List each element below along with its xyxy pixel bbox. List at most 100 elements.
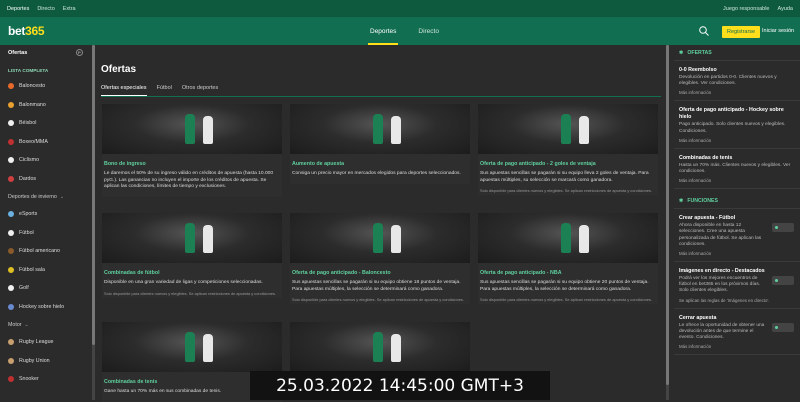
sidebar-item[interactable]: Balonmano: [0, 96, 90, 115]
subtab-football[interactable]: Fútbol: [157, 85, 172, 91]
help-link[interactable]: Ayuda: [778, 6, 794, 12]
sport-icon: [8, 376, 14, 383]
offer-card[interactable]: Bono de ingreso Le daremos el 50% de su i…: [102, 104, 282, 197]
sidebar-item[interactable]: Fútbol americano: [0, 242, 90, 261]
feature-item[interactable]: Crear apuesta - Fútbol Ahora disponible e…: [674, 209, 800, 263]
sidebar-title[interactable]: Ofertas P: [0, 45, 90, 60]
login-button[interactable]: Iniciar sesión: [762, 28, 794, 34]
offer-card[interactable]: Oferta de pago anticipado - 2 goles de v…: [478, 104, 658, 195]
sidebar-item[interactable]: Béisbol: [0, 114, 90, 133]
subtab-other-sports[interactable]: Otros deportes: [182, 85, 218, 91]
features-section-header: ✱ FUNCIONES: [674, 193, 800, 210]
feature-item[interactable]: Cerrar apuesta Le ofrece la oportunidad d…: [674, 309, 800, 356]
offer-card[interactable]: Combinadas de fútbol Disponible en una gr…: [102, 213, 282, 298]
offer-image[interactable]: [478, 213, 658, 263]
offer-title[interactable]: Oferta de pago anticipado - 2 goles de v…: [478, 154, 658, 169]
offer-item[interactable]: Oferta de pago anticipado - Hockey sobre…: [674, 101, 800, 149]
panel-item-more[interactable]: Más información: [679, 344, 795, 354]
panel-item-more[interactable]: Más información: [679, 251, 795, 261]
player-figure: [578, 225, 589, 253]
subtab-special-offers[interactable]: Ofertas especiales: [101, 85, 147, 96]
right-panel: ✱ OFERTAS 0-0 Reembolso Devolución en part…: [674, 45, 800, 400]
sidebar-item-label: Rugby League: [19, 339, 54, 346]
sidebar-group-winter[interactable]: Deportes de invierno ⌄: [0, 188, 90, 205]
player-figure: [560, 114, 571, 144]
top-bar: Deportes Directo Extra Juego responsable…: [0, 0, 800, 17]
tab-deportes[interactable]: Deportes: [367, 17, 399, 45]
offer-note: Solo disponible para clientes nuevos y e…: [480, 297, 652, 302]
offer-title[interactable]: Combinadas de fútbol: [102, 263, 282, 278]
tab-directo[interactable]: Directo: [418, 17, 439, 45]
offer-note: Solo disponible para clientes nuevos y e…: [104, 290, 276, 296]
sport-icon: [8, 285, 14, 292]
panel-item-desc: Devolución en partidos 0-0. Clientes nue…: [679, 75, 777, 87]
star-icon: ✱: [679, 49, 684, 56]
toggle-switch[interactable]: [772, 223, 794, 233]
offer-title[interactable]: Oferta de pago anticipado - Baloncesto: [290, 263, 470, 278]
sport-icon: [8, 211, 14, 218]
topbar-link-directo[interactable]: Directo: [37, 6, 54, 12]
responsible-gambling-link[interactable]: Juego responsable: [723, 6, 769, 12]
offer-card[interactable]: Aumento de apuesta Consiga un precio mayo…: [290, 104, 470, 184]
logo[interactable]: bet365: [8, 24, 45, 38]
offer-card[interactable]: Oferta de pago anticipado - NBA Sus apues…: [478, 213, 658, 304]
panel-item-more[interactable]: Más información: [679, 138, 795, 148]
offer-note: Solo disponible para clientes nuevos y e…: [292, 297, 464, 302]
topbar-link-extra[interactable]: Extra: [63, 6, 76, 12]
sidebar-item[interactable]: Hockey sobre hielo: [0, 298, 90, 317]
sidebar-item[interactable]: Rugby Union: [0, 352, 90, 371]
sidebar-scrollbar-thumb[interactable]: [92, 45, 95, 345]
panel-item-more[interactable]: Se aplican las reglas de 'Imágenes en di…: [679, 298, 795, 308]
player-figure: [372, 223, 383, 253]
feature-item[interactable]: Imágenes en directo - Destacados Podrá ve…: [674, 262, 800, 309]
search-icon[interactable]: [698, 25, 710, 37]
sidebar-item[interactable]: Dardos: [0, 170, 90, 189]
player-figure: [202, 225, 213, 253]
offer-image[interactable]: [290, 213, 470, 263]
sidebar: Ofertas P LISTA COMPLETA Baloncesto Balon…: [0, 45, 90, 400]
offer-image[interactable]: [478, 104, 658, 154]
offer-image[interactable]: [290, 104, 470, 154]
toggle-switch[interactable]: [772, 322, 794, 332]
panel-item-more[interactable]: Más información: [679, 90, 795, 100]
panel-item-title: Imágenes en directo - Destacados: [679, 268, 765, 275]
sidebar-item[interactable]: Golf: [0, 279, 90, 298]
sidebar-item[interactable]: Fútbol sala: [0, 261, 90, 280]
offer-image[interactable]: [102, 104, 282, 154]
sidebar-item[interactable]: Boxeo/MMA: [0, 133, 90, 152]
player-figure: [390, 225, 401, 253]
sidebar-item[interactable]: Snooker: [0, 370, 90, 389]
sidebar-item[interactable]: Baloncesto: [0, 77, 90, 96]
sport-icon: [8, 303, 14, 310]
sidebar-item[interactable]: Fútbol: [0, 224, 90, 243]
panel-item-more[interactable]: Más información: [679, 178, 795, 188]
offer-image[interactable]: [102, 322, 282, 372]
sidebar-group-motor[interactable]: Motor ⌄: [0, 316, 90, 333]
offer-note: [102, 193, 282, 197]
info-icon[interactable]: P: [76, 49, 83, 56]
offer-title[interactable]: Bono de ingreso: [102, 154, 282, 169]
panel-item-desc: Le ofrece la oportunidad de obtener una …: [679, 322, 765, 341]
sidebar-item[interactable]: Ciclismo: [0, 151, 90, 170]
toggle-switch[interactable]: [772, 276, 794, 286]
player-figure: [390, 334, 401, 362]
sidebar-item[interactable]: Rugby League: [0, 333, 90, 352]
sidebar-item-label: Golf: [19, 285, 29, 292]
main-scrollbar-thumb[interactable]: [666, 45, 669, 385]
topbar-link-deportes[interactable]: Deportes: [7, 6, 29, 12]
player-figure: [578, 116, 589, 144]
offer-title[interactable]: Oferta de pago anticipado - NBA: [478, 263, 658, 278]
sport-icon: [8, 248, 14, 255]
chevron-down-icon: ⌄: [59, 193, 65, 200]
register-button[interactable]: Registrarse: [722, 26, 761, 38]
sidebar-item-label: Fútbol sala: [19, 266, 45, 273]
sidebar-item[interactable]: eSports: [0, 205, 90, 224]
offer-title[interactable]: Aumento de apuesta: [290, 154, 470, 169]
offer-card[interactable]: Oferta de pago anticipado - Baloncesto Su…: [290, 213, 470, 304]
offer-item[interactable]: Combinadas de tenis Hasta un 70% más. Cli…: [674, 149, 800, 190]
sidebar-item-label: Fútbol: [19, 229, 34, 236]
offer-image[interactable]: [290, 322, 470, 372]
sidebar-item-label: Snooker: [19, 376, 39, 383]
offer-image[interactable]: [102, 213, 282, 263]
offer-item[interactable]: 0-0 Reembolso Devolución en partidos 0-0.…: [674, 61, 800, 102]
